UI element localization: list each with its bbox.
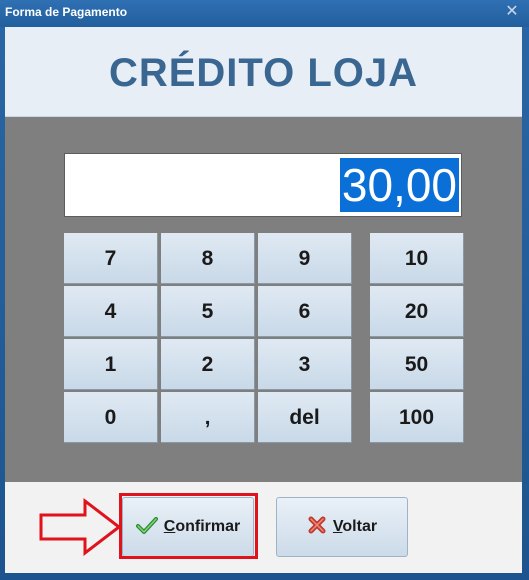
quick-value-100[interactable]: 100 — [370, 392, 464, 443]
key-3[interactable]: 3 — [258, 339, 352, 390]
back-label: Voltar — [332, 518, 378, 535]
quick-value-50[interactable]: 50 — [370, 339, 464, 390]
dialog-body: CRÉDITO LOJA 30,00 7 8 9 4 5 6 1 2 3 0 ,… — [5, 27, 522, 573]
title-bar[interactable]: Forma de Pagamento ✕ — [0, 0, 529, 27]
close-icon[interactable]: ✕ — [501, 2, 523, 22]
key-9[interactable]: 9 — [258, 233, 352, 284]
amount-value: 30,00 — [339, 158, 459, 212]
confirm-highlight-box — [119, 493, 258, 559]
back-button[interactable]: Voltar — [276, 497, 408, 557]
payment-window: Forma de Pagamento ✕ CRÉDITO LOJA 30,00 … — [0, 0, 529, 580]
window-title: Forma de Pagamento — [5, 5, 128, 19]
payment-method-title: CRÉDITO LOJA — [108, 51, 419, 95]
key-comma[interactable]: , — [161, 392, 255, 443]
key-1[interactable]: 1 — [64, 339, 158, 390]
red-arrow-icon — [39, 497, 123, 562]
quick-value-10[interactable]: 10 — [370, 233, 464, 284]
key-5[interactable]: 5 — [161, 286, 255, 337]
key-8[interactable]: 8 — [161, 233, 255, 284]
key-6[interactable]: 6 — [258, 286, 352, 337]
action-bar: Confirmar Voltar — [5, 482, 522, 573]
quick-value-20[interactable]: 20 — [370, 286, 464, 337]
amount-input[interactable]: 30,00 — [64, 153, 462, 217]
key-4[interactable]: 4 — [64, 286, 158, 337]
header-panel: CRÉDITO LOJA — [5, 27, 522, 117]
key-delete[interactable]: del — [258, 392, 352, 443]
keypad-panel: 30,00 7 8 9 4 5 6 1 2 3 0 , del 10 20 50… — [5, 117, 522, 482]
x-icon — [307, 515, 327, 540]
key-7[interactable]: 7 — [64, 233, 158, 284]
key-2[interactable]: 2 — [161, 339, 255, 390]
key-0[interactable]: 0 — [64, 392, 158, 443]
